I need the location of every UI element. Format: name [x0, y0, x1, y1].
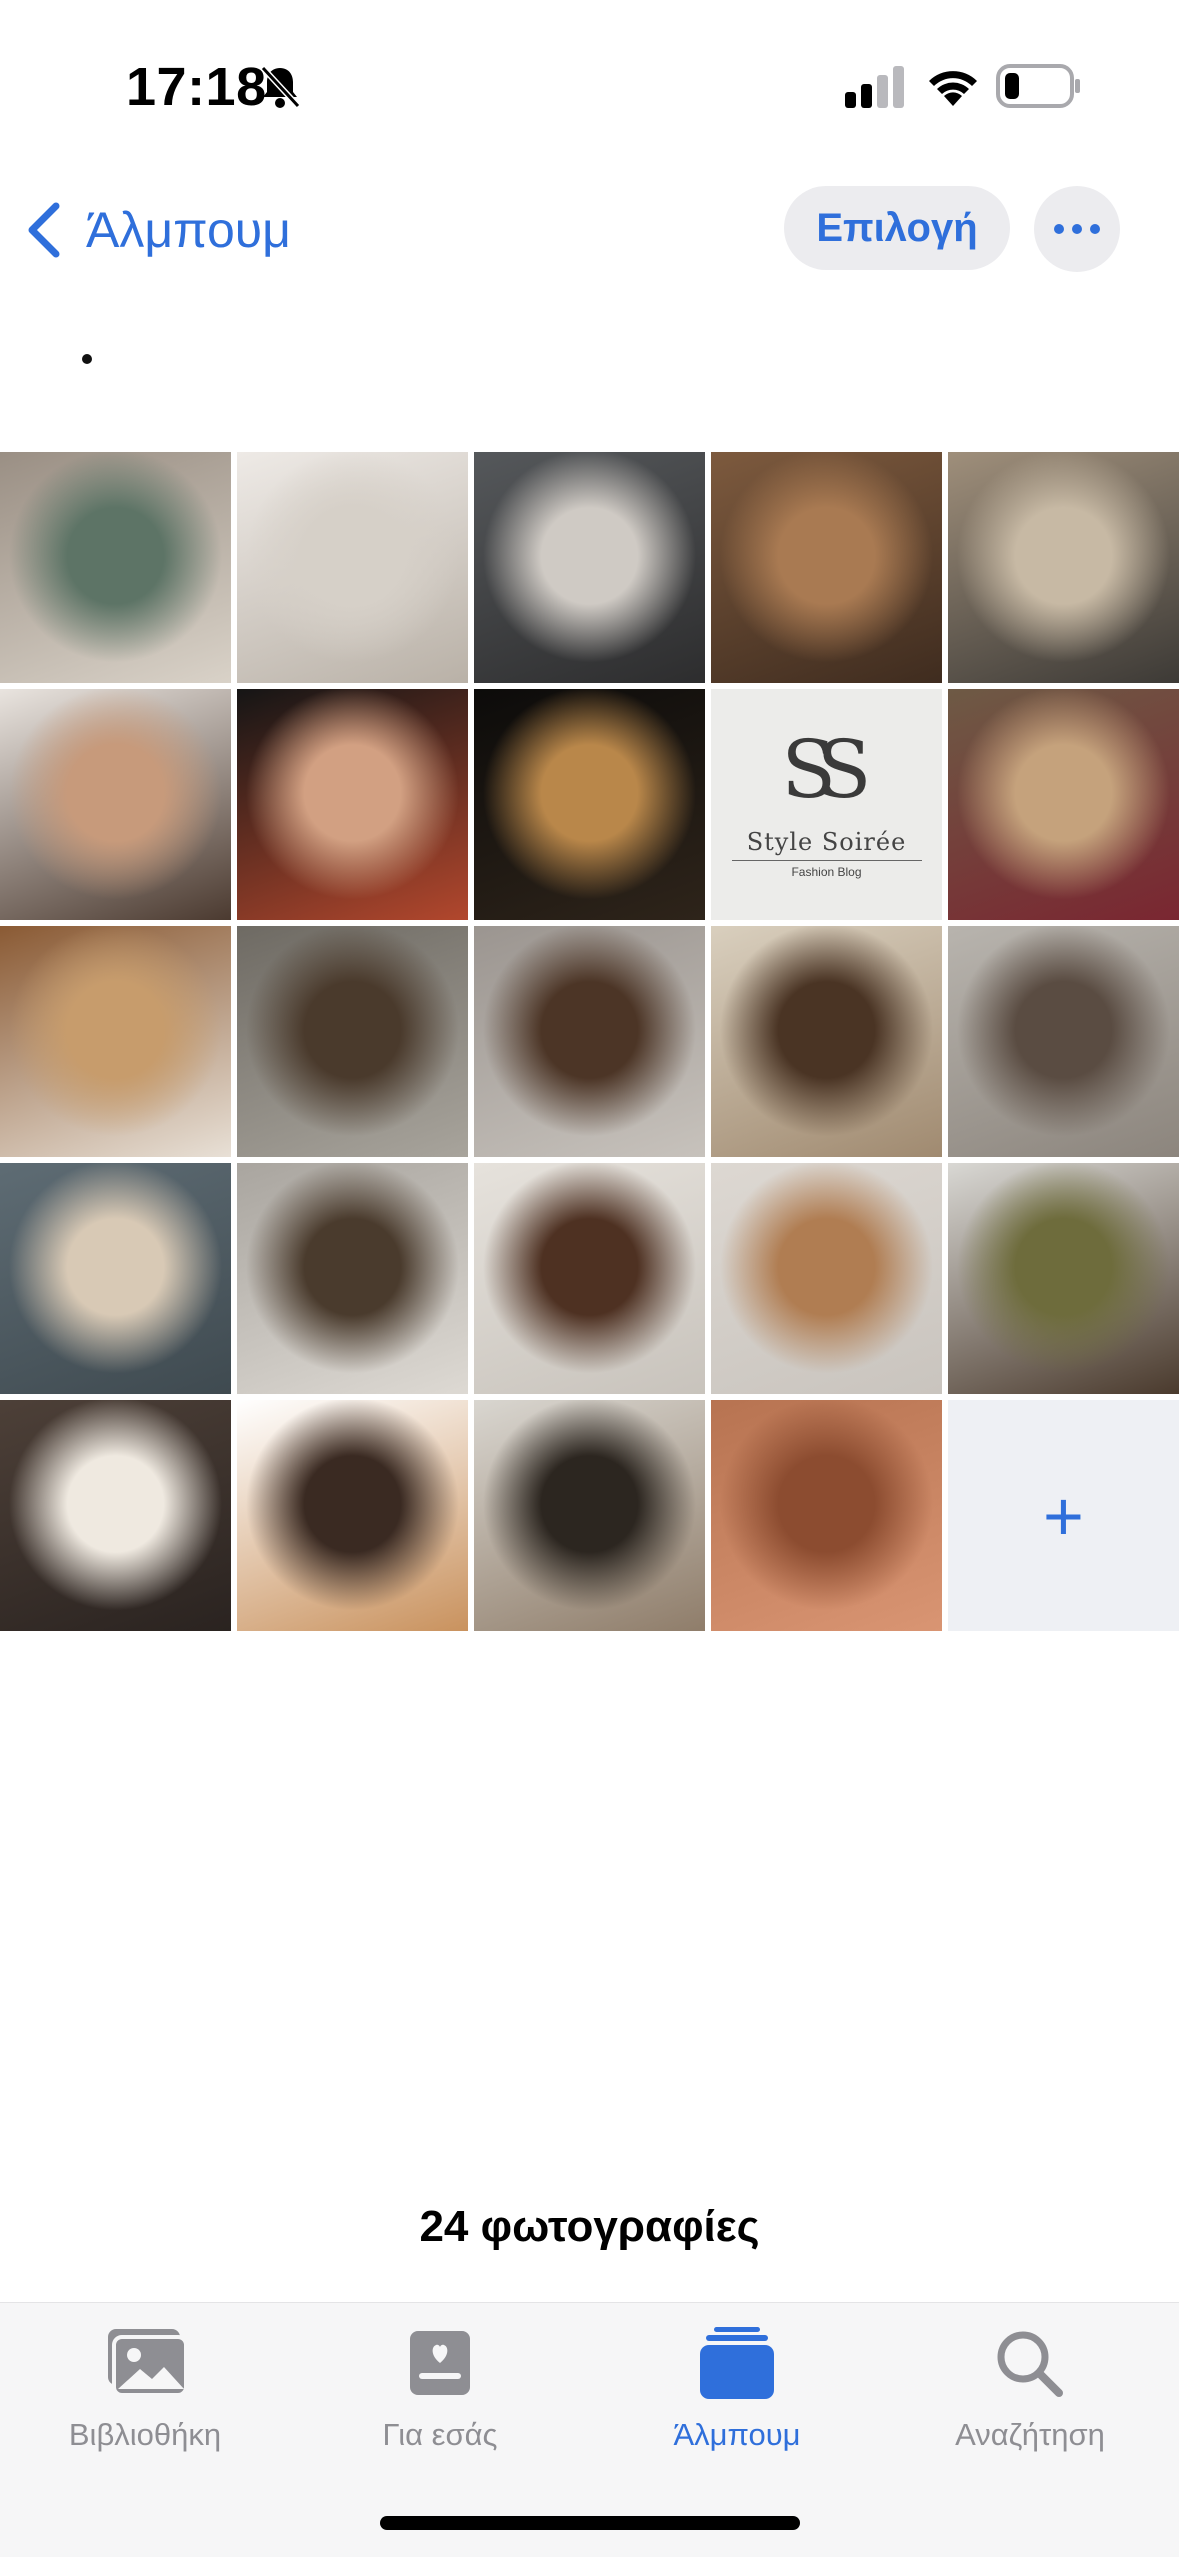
- status-time: 17:18: [126, 57, 267, 117]
- tab-library-label: Βιβλιοθήκη: [68, 2417, 222, 2452]
- status-bar: 17:18: [0, 0, 1179, 170]
- photo-thumbnail[interactable]: [711, 1163, 942, 1394]
- photo-thumbnail[interactable]: [0, 689, 231, 920]
- album-title-dot: [82, 354, 92, 364]
- photo-thumbnail[interactable]: [474, 926, 705, 1157]
- photo-thumbnail[interactable]: [948, 1163, 1179, 1394]
- cellular-signal-icon: [845, 66, 904, 108]
- photo-count-label: 24 φωτογραφίες: [419, 2202, 760, 2251]
- tab-search[interactable]: Αναζήτηση: [900, 2323, 1160, 2453]
- photo-thumbnail[interactable]: [711, 1400, 942, 1631]
- search-icon: [997, 2331, 1063, 2397]
- photo-thumbnail[interactable]: [474, 689, 705, 920]
- battery-icon: [996, 64, 1080, 108]
- photo-thumbnail[interactable]: [237, 926, 468, 1157]
- home-indicator: [380, 2516, 800, 2530]
- select-button[interactable]: Επιλογή: [784, 186, 1010, 270]
- photo-thumbnail[interactable]: [0, 452, 231, 683]
- photo-thumbnail[interactable]: [237, 1400, 468, 1631]
- tab-albums[interactable]: Άλμπουμ: [607, 2323, 867, 2453]
- add-photo-button[interactable]: +: [948, 1400, 1179, 1631]
- photo-thumbnail[interactable]: [237, 1163, 468, 1394]
- back-label: Άλμπουμ: [86, 202, 291, 258]
- ellipsis-icon: [1054, 224, 1100, 234]
- logo-subtitle: Fashion Blog: [731, 860, 922, 879]
- photo-thumbnail[interactable]: [237, 689, 468, 920]
- more-options-button[interactable]: [1034, 186, 1120, 272]
- photo-thumbnail[interactable]: SS Style Soirée Fashion Blog: [711, 689, 942, 920]
- tab-search-label: Αναζήτηση: [955, 2417, 1105, 2452]
- tab-for-you-label: Για εσάς: [382, 2417, 498, 2452]
- albums-icon: [700, 2327, 774, 2399]
- photo-thumbnail[interactable]: [0, 1400, 231, 1631]
- photo-thumbnail[interactable]: [237, 452, 468, 683]
- photo-thumbnail[interactable]: [474, 1400, 705, 1631]
- chevron-left-icon: [28, 202, 60, 258]
- tab-albums-label: Άλμπουμ: [673, 2417, 801, 2452]
- photo-thumbnail[interactable]: [948, 926, 1179, 1157]
- photo-thumbnail[interactable]: [711, 926, 942, 1157]
- photo-thumbnail[interactable]: [948, 452, 1179, 683]
- photo-thumbnail[interactable]: [948, 689, 1179, 920]
- logo-title: Style Soirée: [746, 828, 907, 856]
- plus-icon: +: [1043, 1476, 1084, 1555]
- back-button[interactable]: Άλμπουμ: [24, 190, 291, 270]
- photo-thumbnail[interactable]: [0, 1163, 231, 1394]
- photo-thumbnail[interactable]: [474, 1163, 705, 1394]
- photo-thumbnail[interactable]: [474, 452, 705, 683]
- photo-thumbnail[interactable]: [0, 926, 231, 1157]
- photo-library-icon: [108, 2329, 188, 2397]
- for-you-icon: [410, 2331, 470, 2395]
- tab-library[interactable]: Βιβλιοθήκη: [15, 2323, 275, 2453]
- photo-thumbnail[interactable]: [711, 452, 942, 683]
- silent-bell-icon: [260, 65, 301, 109]
- tab-for-you[interactable]: Για εσάς: [310, 2323, 570, 2453]
- logo-monogram: SS: [781, 723, 871, 816]
- wifi-icon: [929, 71, 977, 106]
